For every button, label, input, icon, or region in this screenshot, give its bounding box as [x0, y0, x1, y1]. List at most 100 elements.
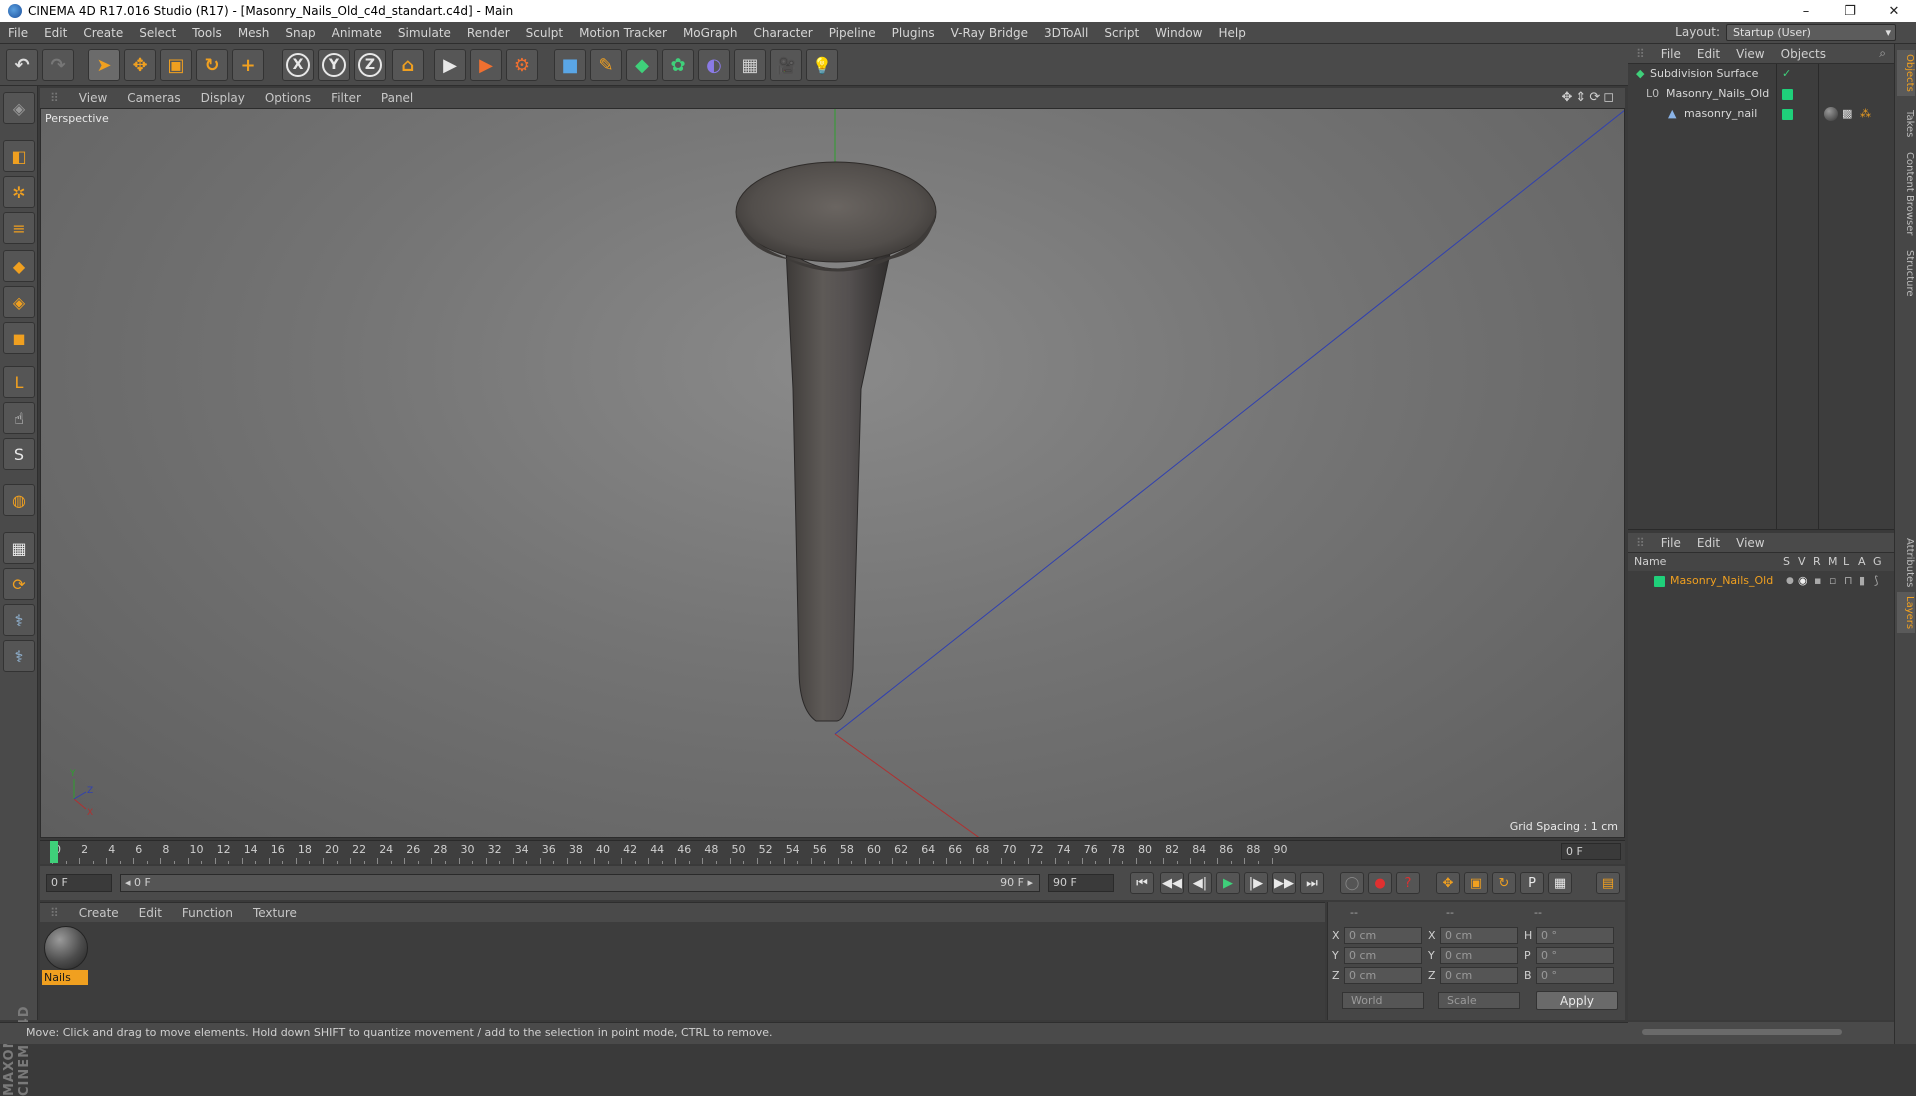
next-frame-button[interactable]: |▶ — [1244, 872, 1268, 894]
layer-color-swatch[interactable] — [1654, 576, 1665, 587]
enable-axis-button[interactable]: L — [3, 366, 35, 398]
tab-objects[interactable]: Objects — [1897, 50, 1915, 96]
menu-character[interactable]: Character — [745, 26, 820, 40]
lock-icon[interactable]: ⊓ — [1844, 571, 1853, 591]
python-script-button-2[interactable]: ⚕ — [3, 640, 35, 672]
previous-frame-button[interactable]: ◀| — [1188, 872, 1212, 894]
record-button[interactable]: ● — [1368, 872, 1392, 894]
scrollbar-thumb[interactable] — [1642, 1029, 1842, 1035]
edges-mode-button[interactable]: ◈ — [3, 286, 35, 318]
viewport-menu-view[interactable]: View — [69, 91, 117, 105]
size-z-field[interactable]: 0 cm — [1440, 967, 1518, 984]
layout-dropdown[interactable]: Startup (User) ▾ — [1726, 24, 1896, 41]
model-mode-button[interactable]: ◧ — [3, 140, 35, 172]
start-frame-field[interactable]: 0 F — [46, 874, 112, 892]
coordinate-space-dropdown[interactable]: World — [1342, 992, 1424, 1009]
size-y-field[interactable]: 0 cm — [1440, 947, 1518, 964]
solo-button[interactable]: S — [3, 438, 35, 470]
coordinate-system-button[interactable]: ⌂ — [392, 49, 424, 81]
material-name-label[interactable]: Nails — [42, 970, 88, 985]
coordinate-mode-dropdown[interactable]: Scale — [1438, 992, 1520, 1009]
deformer-button[interactable]: ◐ — [698, 49, 730, 81]
search-icon[interactable]: ⌕ — [1871, 46, 1894, 61]
y-axis-lock-button[interactable]: Y — [318, 49, 350, 81]
layer-col-animation[interactable]: A — [1858, 555, 1866, 568]
pen-spline-button[interactable]: ✎ — [590, 49, 622, 81]
tab-content-browser[interactable]: Content Browser — [1897, 148, 1915, 239]
layer-col-view[interactable]: V — [1798, 555, 1806, 568]
pos-y-field[interactable]: 0 cm — [1344, 947, 1422, 964]
minimize-button[interactable]: – — [1784, 0, 1828, 22]
camera-button[interactable]: 🎥 — [770, 49, 802, 81]
menu-sculpt[interactable]: Sculpt — [518, 26, 571, 40]
layer-col-name[interactable]: Name — [1634, 555, 1666, 568]
menu-vray-bridge[interactable]: V-Ray Bridge — [943, 26, 1036, 40]
rot-h-field[interactable]: 0 ° — [1536, 927, 1614, 944]
redo-button[interactable]: ↷ — [42, 49, 74, 81]
previous-key-button[interactable]: ◀◀ — [1160, 872, 1184, 894]
restore-button[interactable]: ❐ — [1828, 0, 1872, 22]
snap-button[interactable]: ◍ — [3, 484, 35, 516]
menu-plugins[interactable]: Plugins — [884, 26, 943, 40]
next-key-button[interactable]: ▶▶ — [1272, 872, 1296, 894]
layer-scrollbar[interactable] — [1628, 1022, 1894, 1044]
material-preview-swatch[interactable] — [44, 926, 88, 970]
select-tool-button[interactable]: ➤ — [88, 49, 120, 81]
om-menu-edit[interactable]: Edit — [1689, 47, 1728, 61]
manager-icon[interactable]: ▫ — [1829, 571, 1836, 591]
menu-tools[interactable]: Tools — [184, 26, 230, 40]
floor-button[interactable]: ▦ — [734, 49, 766, 81]
cube-object-button[interactable]: ■ — [554, 49, 586, 81]
checkmark-icon[interactable]: ✓ — [1782, 64, 1791, 84]
lm-menu-file[interactable]: File — [1653, 536, 1689, 550]
lm-menu-edit[interactable]: Edit — [1689, 536, 1728, 550]
move-tool-button[interactable]: ✥ — [124, 49, 156, 81]
menu-script[interactable]: Script — [1096, 26, 1147, 40]
key-pla-button[interactable]: ▦ — [1548, 872, 1572, 894]
tab-structure[interactable]: Structure — [1897, 246, 1915, 301]
frame-range-slider[interactable]: ◂ 0 F 90 F ▸ — [120, 874, 1040, 892]
pos-x-field[interactable]: 0 cm — [1344, 927, 1422, 944]
close-button[interactable]: ✕ — [1872, 0, 1916, 22]
eye-icon[interactable]: ◉ — [1798, 571, 1808, 591]
material-tag-icon[interactable] — [1824, 107, 1838, 121]
tab-attributes[interactable]: Attributes — [1897, 534, 1915, 591]
material-menu-create[interactable]: Create — [69, 906, 129, 920]
render-settings-button[interactable]: ⚙ — [506, 49, 538, 81]
z-axis-lock-button[interactable]: Z — [354, 49, 386, 81]
menu-pipeline[interactable]: Pipeline — [821, 26, 884, 40]
tab-layers[interactable]: Layers — [1897, 592, 1915, 634]
timeline-ruler[interactable]: 0246810121416182022242628303234363840424… — [40, 840, 1625, 864]
layer-col-generators[interactable]: G — [1873, 555, 1882, 568]
layer-color-tag[interactable] — [1782, 89, 1793, 100]
apply-button[interactable]: Apply — [1536, 991, 1618, 1010]
object-row[interactable]: ▲ masonry_nail ▩ ⁂ — [1628, 104, 1894, 124]
layer-col-solo[interactable]: S — [1783, 555, 1790, 568]
menu-mesh[interactable]: Mesh — [230, 26, 278, 40]
viewport-menu-filter[interactable]: Filter — [321, 91, 371, 105]
generator-icon[interactable]: ⟆ — [1874, 571, 1878, 591]
material-menu-function[interactable]: Function — [172, 906, 243, 920]
om-menu-view[interactable]: View — [1728, 47, 1772, 61]
rot-p-field[interactable]: 0 ° — [1536, 947, 1614, 964]
scale-tool-button[interactable]: ▣ — [160, 49, 192, 81]
current-frame-field[interactable]: 0 F — [1561, 843, 1621, 860]
light-button[interactable]: 💡 — [806, 49, 838, 81]
animation-icon[interactable]: ▮ — [1859, 571, 1865, 591]
3d-viewport[interactable]: Perspective Y Z X Grid Spacing: 1 cm — [40, 108, 1625, 838]
texture-tag-icon[interactable]: ▩ — [1842, 104, 1852, 124]
workplane-lock-button[interactable]: ▦ — [3, 532, 35, 564]
viewport-menu-options[interactable]: Options — [255, 91, 321, 105]
om-menu-objects[interactable]: Objects — [1773, 47, 1834, 61]
om-menu-file[interactable]: File — [1653, 47, 1689, 61]
end-frame-field[interactable]: 90 F — [1048, 874, 1114, 892]
workplane-mode-button[interactable]: ≡ — [3, 212, 35, 244]
go-to-end-button[interactable]: ⏭ — [1300, 872, 1324, 894]
pos-z-field[interactable]: 0 cm — [1344, 967, 1422, 984]
key-rotation-button[interactable]: ↻ — [1492, 872, 1516, 894]
layer-col-locked[interactable]: L — [1843, 555, 1849, 568]
menu-create[interactable]: Create — [75, 26, 131, 40]
transform-tool-button[interactable]: + — [232, 49, 264, 81]
render-picture-viewer-button[interactable]: ▶ — [470, 49, 502, 81]
timeline-button[interactable]: ▤ — [1596, 872, 1620, 894]
